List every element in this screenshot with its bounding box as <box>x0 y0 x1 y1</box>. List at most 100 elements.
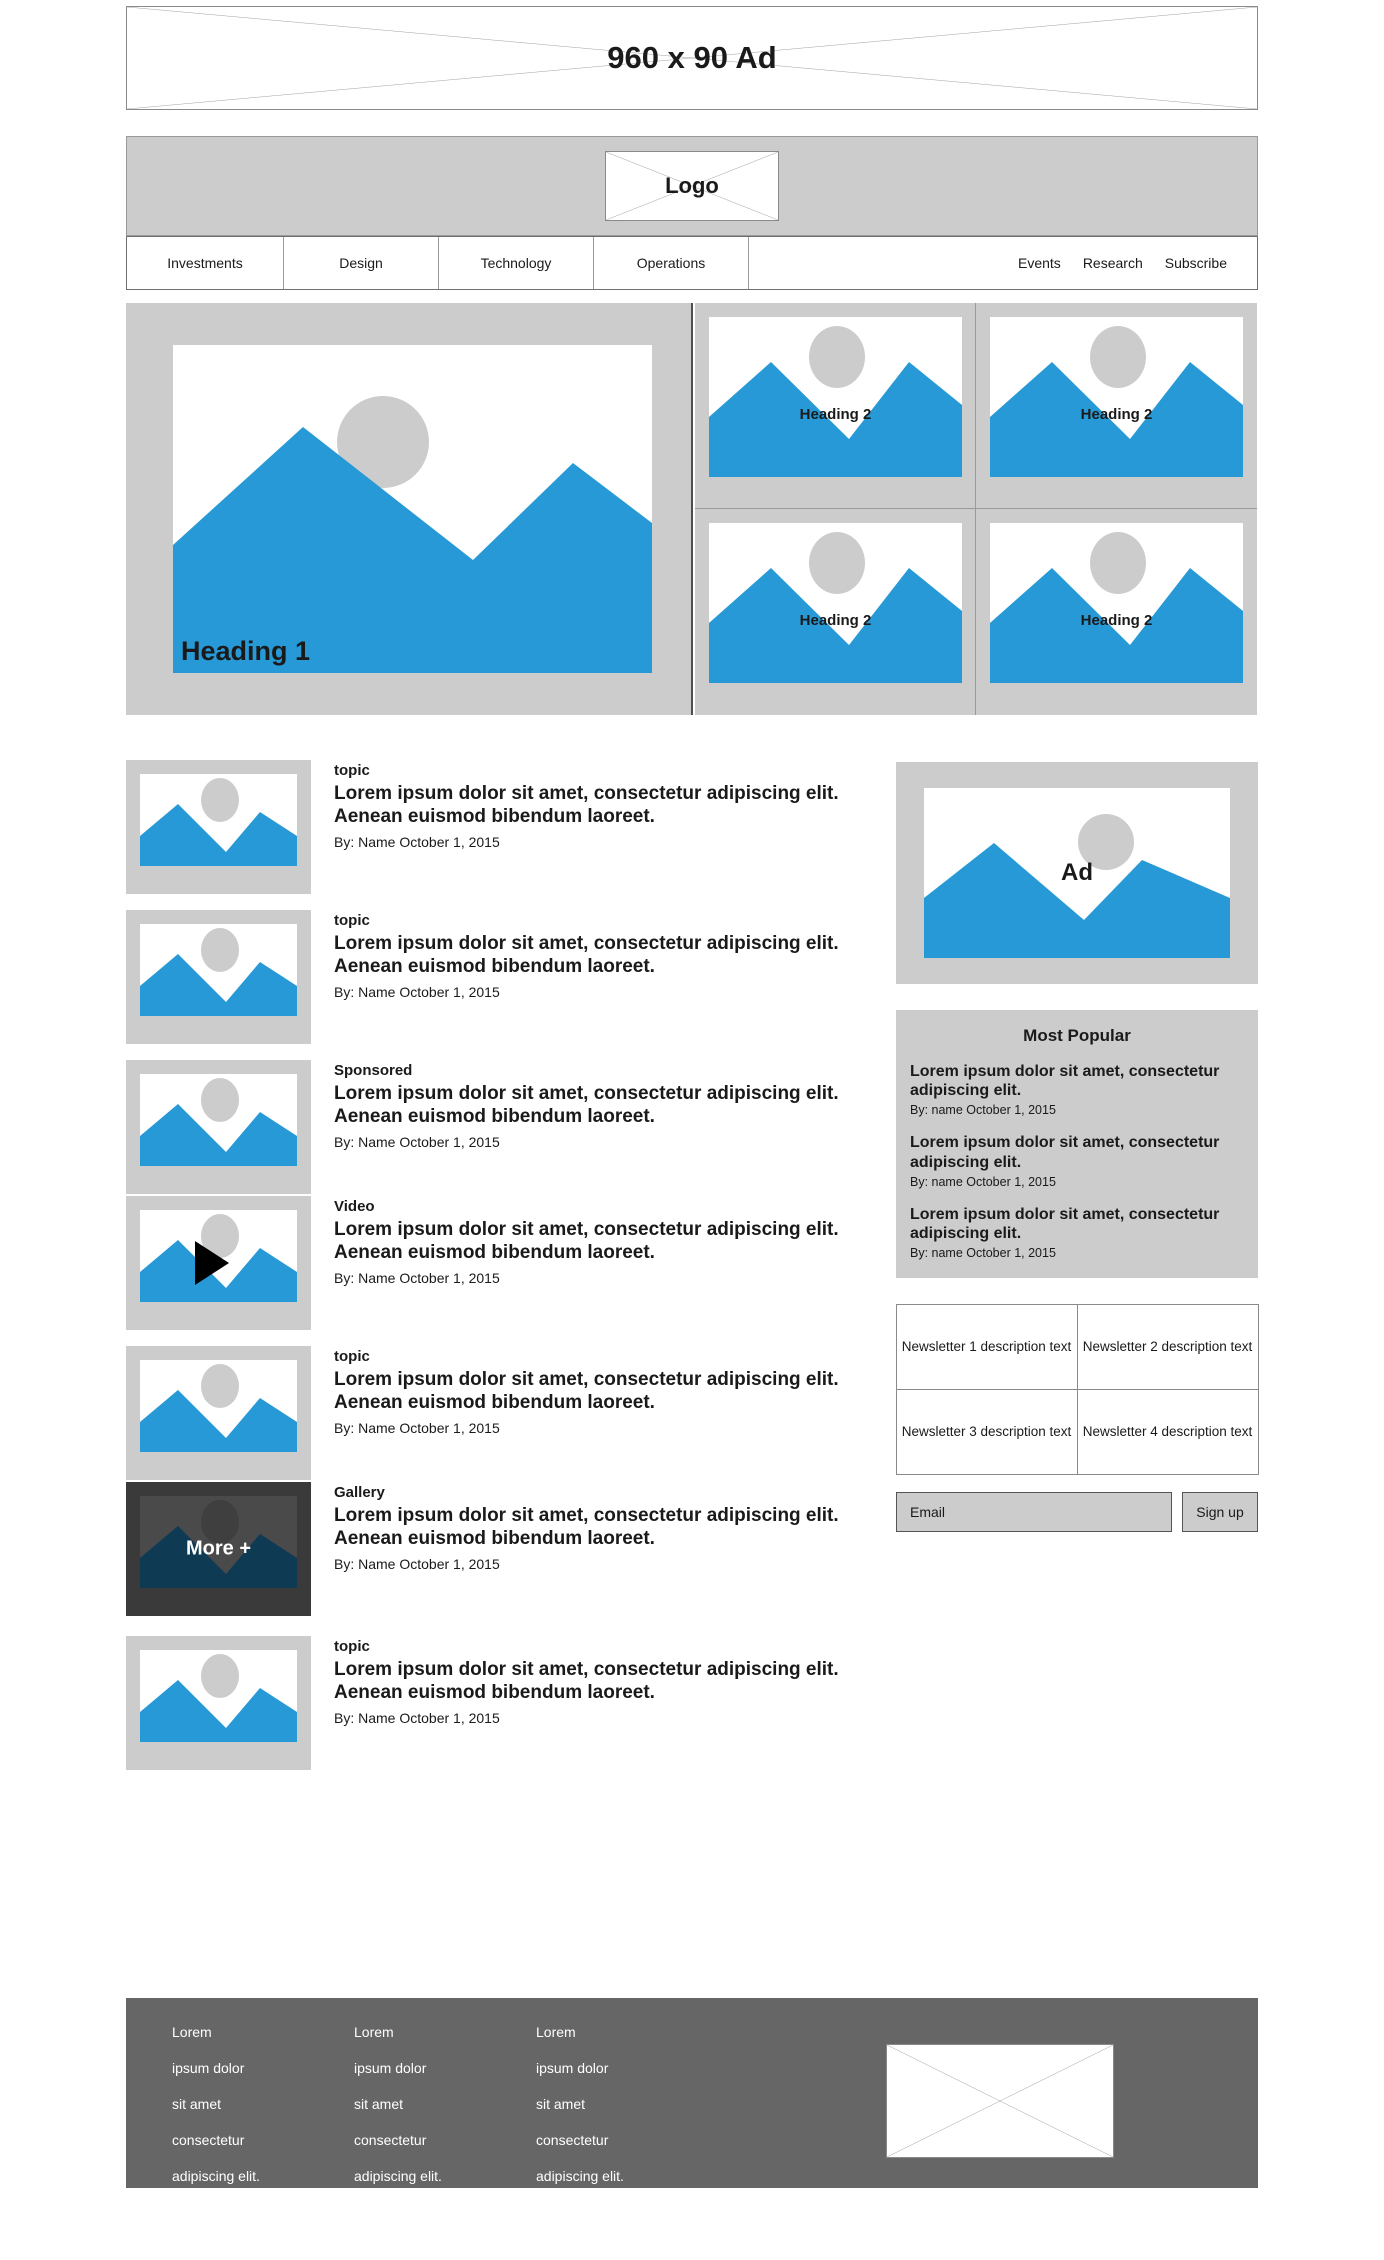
nav-primary-group: Investments Design Technology Operations <box>127 237 749 289</box>
footer-link-columns: Lorem ipsum dolor sit amet consectetur a… <box>172 2024 718 2184</box>
image-placeholder-icon <box>173 345 652 673</box>
hero-card-heading: Heading 2 <box>799 612 872 629</box>
footer-link[interactable]: Lorem <box>354 2024 536 2040</box>
nav-item-investments[interactable]: Investments <box>127 237 284 289</box>
newsletter-option-4[interactable]: Newsletter 4 description text <box>1076 1388 1259 1475</box>
newsletter-signup-form: Email Sign up <box>896 1492 1258 1533</box>
play-icon[interactable] <box>194 1241 229 1285</box>
article-byline: By: Name October 1, 2015 <box>334 1134 500 1151</box>
signup-button[interactable]: Sign up <box>1182 1492 1258 1533</box>
article-text: topic Lorem ipsum dolor sit amet, consec… <box>311 910 864 1044</box>
hero-card[interactable]: Heading 2 <box>695 509 976 715</box>
most-popular-item[interactable]: Lorem ipsum dolor sit amet, consectetur … <box>910 1062 1244 1117</box>
footer-link[interactable]: adipiscing elit. <box>354 2168 536 2184</box>
article-text: topic Lorem ipsum dolor sit amet, consec… <box>311 1636 864 1770</box>
image-placeholder-icon <box>140 924 297 1016</box>
article-topic: topic <box>334 762 370 779</box>
image-placeholder-icon <box>140 1074 297 1166</box>
logo-label: Logo <box>665 173 719 198</box>
hero-heading: Heading 1 <box>181 636 311 666</box>
article-thumbnail <box>126 1346 311 1480</box>
list-item[interactable]: topic Lorem ipsum dolor sit amet, consec… <box>126 1346 866 1480</box>
most-popular-headline: Lorem ipsum dolor sit amet, consectetur … <box>910 1063 1220 1100</box>
article-byline: By: Name October 1, 2015 <box>334 984 500 1001</box>
article-title[interactable]: Lorem ipsum dolor sit amet, consectetur … <box>334 782 864 828</box>
article-title[interactable]: Lorem ipsum dolor sit amet, consectetur … <box>334 1658 864 1704</box>
article-byline: By: Name October 1, 2015 <box>334 1270 500 1287</box>
hero-card[interactable]: Heading 2 <box>976 303 1257 509</box>
footer-image-placeholder <box>886 2044 1114 2158</box>
newsletter-option-3[interactable]: Newsletter 3 description text <box>895 1388 1078 1475</box>
newsletter-option-2[interactable]: Newsletter 2 description text <box>1076 1303 1259 1390</box>
footer-link[interactable]: adipiscing elit. <box>172 2168 354 2184</box>
article-byline: By: Name October 1, 2015 <box>334 1420 500 1437</box>
sidebar-ad[interactable]: Ad <box>896 762 1258 984</box>
nav-item-design[interactable]: Design <box>284 237 439 289</box>
footer-link[interactable]: Lorem <box>172 2024 354 2040</box>
hero-card-heading: Heading 2 <box>799 406 872 423</box>
article-title[interactable]: Lorem ipsum dolor sit amet, consectetur … <box>334 1082 864 1128</box>
article-text: Sponsored Lorem ipsum dolor sit amet, co… <box>311 1060 864 1194</box>
hero-card[interactable]: Heading 2 <box>976 509 1257 715</box>
most-popular-headline: Lorem ipsum dolor sit amet, consectetur … <box>910 1134 1220 1171</box>
image-placeholder-icon <box>140 1360 297 1452</box>
most-popular-item[interactable]: Lorem ipsum dolor sit amet, consectetur … <box>910 1205 1244 1260</box>
article-topic-sponsored: Sponsored <box>334 1062 413 1079</box>
footer-link[interactable]: consectetur <box>536 2132 718 2148</box>
image-placeholder-icon <box>140 774 297 866</box>
article-byline: By: Name October 1, 2015 <box>334 1556 500 1573</box>
list-item[interactable]: topic Lorem ipsum dolor sit amet, consec… <box>126 910 866 1044</box>
nav-item-subscribe[interactable]: Subscribe <box>1165 255 1227 271</box>
logo[interactable]: Logo <box>605 151 779 221</box>
footer-link[interactable]: Lorem <box>536 2024 718 2040</box>
list-item-video[interactable]: Video Lorem ipsum dolor sit amet, consec… <box>126 1196 866 1330</box>
hero-feature[interactable]: Heading 1 <box>126 303 693 715</box>
article-topic: topic <box>334 1638 370 1655</box>
article-title[interactable]: Lorem ipsum dolor sit amet, consectetur … <box>334 932 864 978</box>
list-item[interactable]: topic Lorem ipsum dolor sit amet, consec… <box>126 760 866 894</box>
footer-column: Lorem ipsum dolor sit amet consectetur a… <box>536 2024 718 2184</box>
nav-item-operations[interactable]: Operations <box>594 237 749 289</box>
footer-link[interactable]: sit amet <box>536 2096 718 2112</box>
x-cross-icon <box>887 2045 1113 2157</box>
article-title[interactable]: Lorem ipsum dolor sit amet, consectetur … <box>334 1218 864 1264</box>
article-thumbnail <box>126 760 311 894</box>
list-item-gallery[interactable]: More + Gallery Lorem ipsum dolor sit ame… <box>126 1482 866 1616</box>
footer-link[interactable]: ipsum dolor <box>172 2060 354 2076</box>
article-text: topic Lorem ipsum dolor sit amet, consec… <box>311 760 864 894</box>
email-input[interactable]: Email <box>896 1492 1172 1533</box>
main-navigation: Investments Design Technology Operations… <box>126 236 1258 290</box>
image-placeholder-icon <box>709 317 962 477</box>
list-item[interactable]: topic Lorem ipsum dolor sit amet, consec… <box>126 1636 866 1770</box>
footer-link[interactable]: adipiscing elit. <box>536 2168 718 2184</box>
nav-item-technology[interactable]: Technology <box>439 237 594 289</box>
wireframe-page: 960 x 90 Ad Logo Investments Design Tech… <box>0 0 1384 2260</box>
footer-link[interactable]: consectetur <box>172 2132 354 2148</box>
footer-link[interactable]: consectetur <box>354 2132 536 2148</box>
hero-card-image-placeholder: Heading 2 <box>990 317 1243 477</box>
article-topic-video: Video <box>334 1198 375 1215</box>
top-ad-banner[interactable]: 960 x 90 Ad <box>126 6 1258 110</box>
article-byline: By: Name October 1, 2015 <box>334 834 500 851</box>
sidebar: Ad Most Popular Lorem ipsum dolor sit am… <box>895 762 1259 1533</box>
article-title[interactable]: Lorem ipsum dolor sit amet, consectetur … <box>334 1368 864 1414</box>
hero-section: Heading 1 Heading 2 Heading 2 Heading 2 … <box>126 303 1258 715</box>
hero-image-placeholder: Heading 1 <box>173 345 652 673</box>
most-popular-item[interactable]: Lorem ipsum dolor sit amet, consectetur … <box>910 1133 1244 1188</box>
list-item-sponsored[interactable]: Sponsored Lorem ipsum dolor sit amet, co… <box>126 1060 866 1194</box>
footer-link[interactable]: ipsum dolor <box>536 2060 718 2076</box>
nav-item-events[interactable]: Events <box>1018 255 1061 271</box>
hero-card-image-placeholder: Heading 2 <box>709 523 962 683</box>
site-header: Logo <box>126 136 1258 236</box>
gallery-more-label[interactable]: More + <box>126 1538 311 1561</box>
nav-item-research[interactable]: Research <box>1083 255 1143 271</box>
article-thumbnail-gallery: More + <box>126 1482 311 1616</box>
article-list: topic Lorem ipsum dolor sit amet, consec… <box>126 760 866 1770</box>
newsletter-option-1[interactable]: Newsletter 1 description text <box>895 1303 1078 1390</box>
nav-secondary-group: Events Research Subscribe <box>749 237 1257 289</box>
footer-link[interactable]: ipsum dolor <box>354 2060 536 2076</box>
footer-link[interactable]: sit amet <box>354 2096 536 2112</box>
footer-link[interactable]: sit amet <box>172 2096 354 2112</box>
hero-card[interactable]: Heading 2 <box>695 303 976 509</box>
article-title[interactable]: Lorem ipsum dolor sit amet, consectetur … <box>334 1504 864 1550</box>
